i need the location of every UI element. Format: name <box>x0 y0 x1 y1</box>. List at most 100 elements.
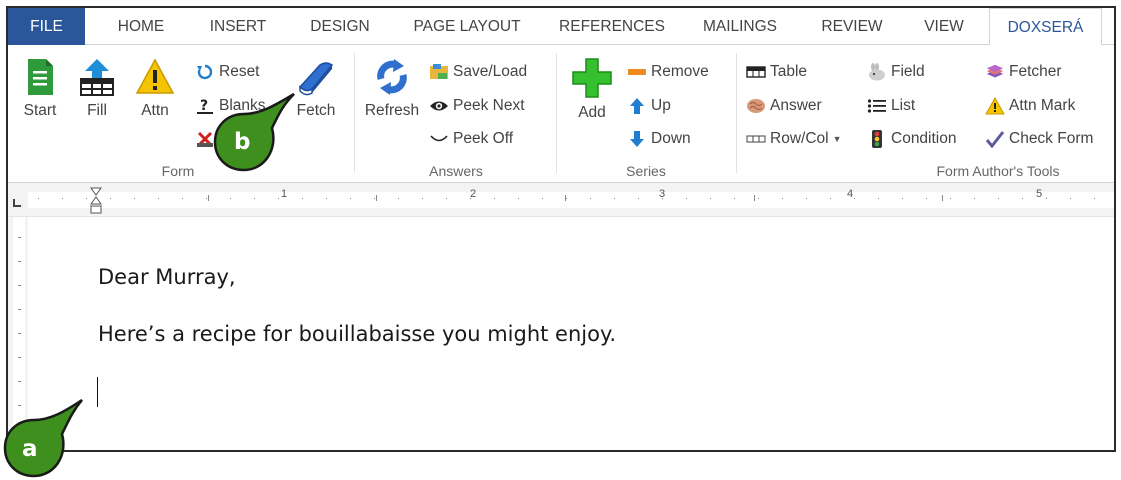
ruler-dot <box>782 198 783 199</box>
peek-off-button[interactable]: Peek Off <box>429 127 513 151</box>
ruler-dot <box>158 198 159 199</box>
tab-design[interactable]: DESIGN <box>295 8 385 45</box>
ruler-dot <box>134 198 135 199</box>
peek-off-label: Peek Off <box>453 130 514 147</box>
tab-review[interactable]: REVIEW <box>810 8 894 45</box>
refresh-icon <box>377 59 407 95</box>
vertical-ruler-dot <box>18 381 21 382</box>
brain-icon <box>746 97 766 115</box>
fetcher-button[interactable]: Fetcher <box>985 60 1062 84</box>
add-button[interactable]: Add <box>566 57 618 122</box>
plus-icon <box>572 58 612 98</box>
tab-insert[interactable]: INSERT <box>196 8 280 45</box>
group-label-answers: Answers <box>429 163 483 179</box>
down-button[interactable]: Down <box>627 127 691 151</box>
chevron-down-icon: ▼ <box>832 134 842 144</box>
check-form-button[interactable]: Check Form <box>985 127 1093 151</box>
ruler-tick <box>208 195 209 201</box>
ruler-dot <box>62 198 63 199</box>
word-window: FILE HOME INSERT DESIGN PAGE LAYOUT REFE… <box>6 6 1116 452</box>
tab-page-layout[interactable]: PAGE LAYOUT <box>400 8 534 45</box>
ruler-dot <box>1046 198 1047 199</box>
ruler-dot <box>494 198 495 199</box>
tab-mailings[interactable]: MAILINGS <box>690 8 790 45</box>
ruler-dot <box>902 198 903 199</box>
ruler-dot <box>806 198 807 199</box>
rabbit-icon <box>867 63 887 81</box>
condition-label: Condition <box>891 130 957 147</box>
indent-marker[interactable] <box>90 187 102 215</box>
ruler-number: 4 <box>847 188 854 200</box>
ruler-dot <box>86 198 87 199</box>
tab-stop-selector[interactable] <box>12 195 22 207</box>
ruler-dot <box>470 198 471 199</box>
ruler-dot <box>686 198 687 199</box>
vertical-ruler-dot <box>18 237 21 238</box>
callout-b-bubble-icon <box>213 92 295 172</box>
document-line-body[interactable]: Here’s a recipe for bouillabaisse you mi… <box>98 322 616 346</box>
reset-button[interactable]: Reset <box>195 60 260 84</box>
ruler-dot <box>350 198 351 199</box>
arrow-up-icon <box>627 97 647 115</box>
vertical-ruler-dot <box>18 309 21 310</box>
start-label: Start <box>23 102 57 119</box>
answer-button[interactable]: Answer <box>746 94 822 118</box>
table-button[interactable]: Table <box>746 60 807 84</box>
ruler-dot <box>182 198 183 199</box>
ruler-dot <box>1070 198 1071 199</box>
attn-button[interactable]: Attn <box>132 57 178 120</box>
tab-file[interactable]: FILE <box>8 8 85 45</box>
peek-next-button[interactable]: Peek Next <box>429 94 525 118</box>
tab-home[interactable]: HOME <box>101 8 181 45</box>
answer-label: Answer <box>770 97 822 114</box>
tab-view[interactable]: VIEW <box>911 8 977 45</box>
ruler-number: 1 <box>281 188 288 200</box>
refresh-button[interactable]: Refresh <box>361 57 423 120</box>
horizontal-ruler: 1 2 3 4 5 <box>8 183 1114 217</box>
fill-button[interactable]: Fill <box>74 57 120 120</box>
ruler-dot <box>614 198 615 199</box>
attn-mark-button[interactable]: Attn Mark <box>985 94 1075 118</box>
remove-button[interactable]: Remove <box>627 60 709 84</box>
start-button[interactable]: Start <box>18 57 62 120</box>
fill-label: Fill <box>87 102 107 119</box>
condition-button[interactable]: Condition <box>867 127 957 151</box>
document-page[interactable]: Dear Murray, Here’s a recipe for bouilla… <box>28 217 1114 450</box>
ruler-dot <box>710 198 711 199</box>
save-load-button[interactable]: Save/Load <box>429 60 527 84</box>
ruler-dot <box>302 198 303 199</box>
group-label-form-authors-tools: Form Author's Tools <box>936 163 1060 179</box>
ruler-tick <box>754 195 755 201</box>
callout-a-bubble-icon <box>3 398 83 478</box>
checkmark-icon <box>985 130 1005 148</box>
group-label-series: Series <box>626 163 666 179</box>
remove-label: Remove <box>651 63 709 80</box>
tab-doxsera[interactable]: DOXSERÁ <box>989 8 1102 46</box>
callout-a: a <box>2 396 88 478</box>
ruler-dot <box>926 198 927 199</box>
refresh-label: Refresh <box>364 102 420 119</box>
ruler-dot <box>878 198 879 199</box>
vertical-ruler-dot <box>18 285 21 286</box>
warning-small-icon <box>985 97 1005 115</box>
text-cursor <box>97 377 98 407</box>
books-icon <box>985 63 1005 81</box>
check-form-label: Check Form <box>1009 130 1094 147</box>
ruler-tick <box>942 195 943 201</box>
ruler-dot <box>254 198 255 199</box>
ruler-dot <box>950 198 951 199</box>
list-button[interactable]: List <box>867 94 915 118</box>
add-label: Add <box>578 104 606 121</box>
up-button[interactable]: Up <box>627 94 671 118</box>
group-separator <box>556 53 557 173</box>
ruler-dot <box>542 198 543 199</box>
group-separator <box>736 53 737 173</box>
document-line-greeting[interactable]: Dear Murray, <box>98 265 236 289</box>
row-col-icon <box>746 130 766 148</box>
tab-references[interactable]: REFERENCES <box>551 8 673 45</box>
row-col-dropdown[interactable]: Row/Col ▼ <box>746 127 842 151</box>
ruler-dot <box>1022 198 1023 199</box>
field-button[interactable]: Field <box>867 60 925 84</box>
ruler-dot <box>662 198 663 199</box>
warning-triangle-icon <box>135 58 175 94</box>
